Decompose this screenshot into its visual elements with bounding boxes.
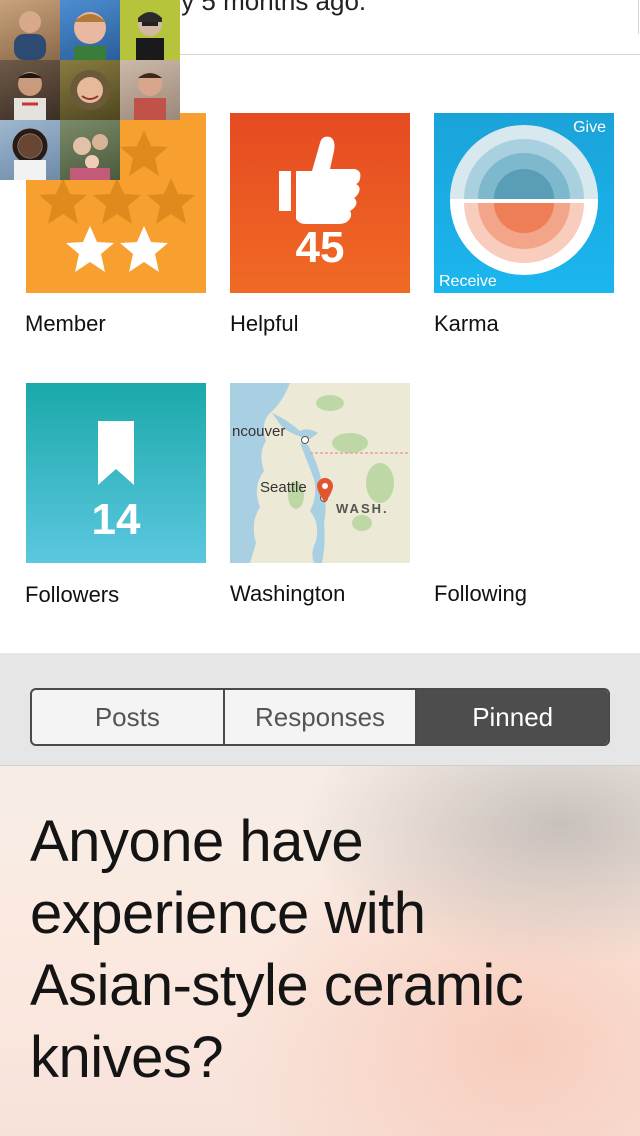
- post-card[interactable]: Anyone have experience with Asian-style …: [0, 766, 640, 1136]
- segmented-control: Posts Responses Pinned: [30, 688, 610, 746]
- map-image: [230, 383, 410, 563]
- post-title[interactable]: Anyone have experience with Asian-style …: [30, 806, 590, 1094]
- tab-bar: Posts Responses Pinned: [0, 653, 640, 766]
- helpful-label: Helpful: [230, 311, 299, 336]
- avatar: [60, 0, 120, 60]
- avatar: [60, 120, 120, 180]
- followers-label: Followers: [25, 582, 120, 607]
- karma-tile[interactable]: Give Receive: [434, 113, 614, 293]
- tab-pinned[interactable]: Pinned: [415, 690, 608, 744]
- map-label-seattle: Seattle: [260, 479, 307, 496]
- karma-gauge-icon: [450, 125, 598, 275]
- helpful-tile[interactable]: 45: [230, 113, 410, 293]
- tab-posts[interactable]: Posts: [32, 690, 223, 744]
- avatar: [0, 0, 60, 60]
- karma-label: Karma: [434, 311, 499, 336]
- location-label: Washington: [230, 581, 346, 606]
- karma-receive-label: Receive: [439, 273, 497, 290]
- map-label-state: WASH.: [336, 501, 389, 516]
- map-pin-icon: [317, 478, 333, 503]
- karma-give-label: Give: [573, 119, 606, 136]
- tab-responses[interactable]: Responses: [222, 690, 416, 744]
- following-label: Following: [434, 581, 527, 606]
- followers-count: 14: [91, 495, 141, 544]
- avatar: [0, 120, 60, 180]
- avatar: [0, 60, 60, 120]
- avatar: [120, 60, 180, 120]
- helpful-count: 45: [295, 223, 345, 272]
- divider: [638, 0, 639, 34]
- followers-tile[interactable]: 14: [26, 383, 206, 563]
- avatar: [120, 0, 180, 60]
- avatar: [60, 60, 120, 120]
- map-label-vancouver: ncouver: [232, 423, 286, 440]
- location-map[interactable]: ncouver Seattle WASH.: [230, 383, 410, 563]
- member-label: Member: [25, 311, 106, 336]
